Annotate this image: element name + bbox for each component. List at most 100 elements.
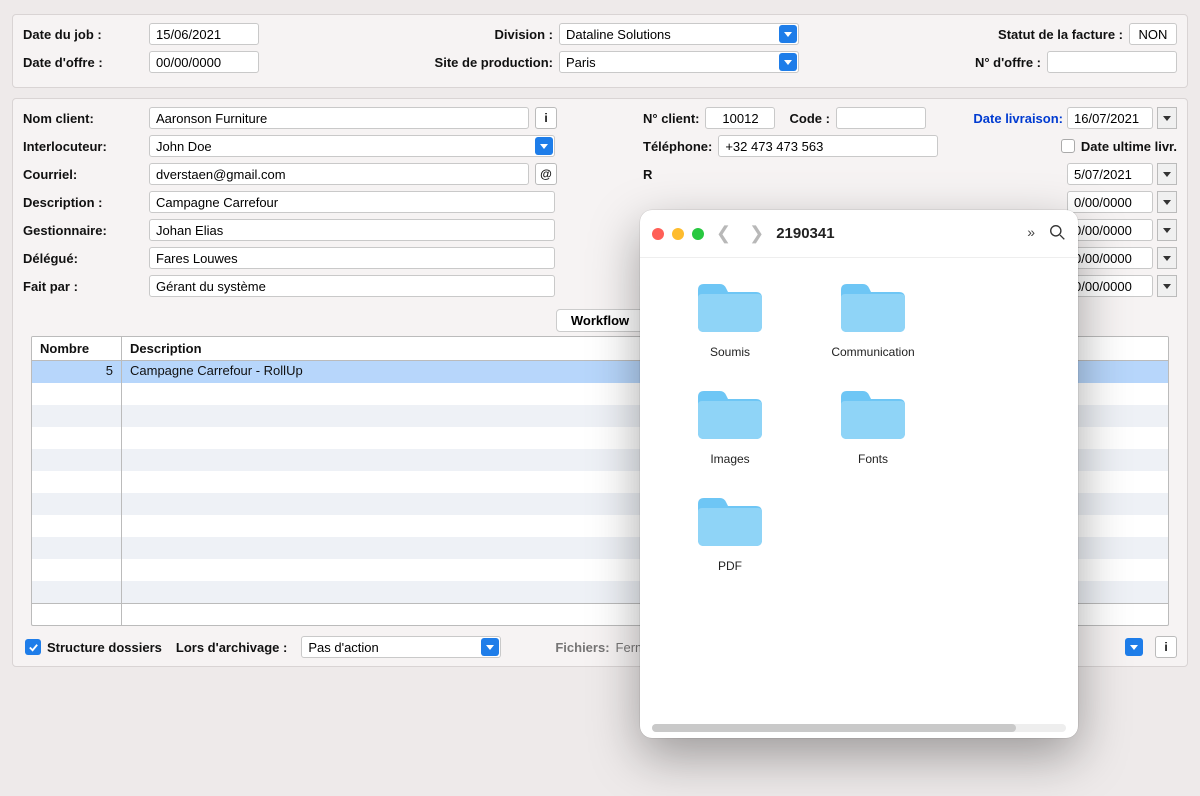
back-icon[interactable]: ❮	[716, 223, 731, 244]
date-field-1[interactable]	[1067, 163, 1153, 185]
invoice-status-field[interactable]	[1129, 23, 1177, 45]
cell-number	[32, 471, 122, 493]
date-field-5[interactable]	[1067, 275, 1153, 297]
site-label: Site de production:	[413, 55, 553, 70]
cell-number	[32, 581, 122, 603]
description-label: Description :	[23, 195, 143, 210]
contact-select[interactable]	[149, 135, 555, 157]
folder-item[interactable]: Images	[670, 387, 790, 466]
cell-number	[32, 383, 122, 405]
scrollbar[interactable]	[652, 724, 1066, 732]
manager-label: Gestionnaire:	[23, 223, 143, 238]
cell-number	[32, 559, 122, 581]
folder-icon	[694, 387, 766, 446]
folder-label: Images	[670, 452, 790, 466]
info-icon[interactable]: i	[1155, 636, 1177, 658]
finder-toolbar: ❮ ❯ 2190341 »	[640, 210, 1078, 258]
fichiers-label: Fichiers:	[555, 640, 609, 655]
folder-label: Fonts	[798, 452, 948, 466]
structure-label: Structure dossiers	[47, 640, 162, 655]
manager-field[interactable]	[149, 219, 555, 241]
date-field-3[interactable]	[1067, 219, 1153, 241]
cell-number	[32, 515, 122, 537]
client-name-field[interactable]	[149, 107, 529, 129]
folder-icon	[694, 494, 766, 553]
finder-title: 2190341	[776, 225, 834, 242]
job-header-panel: Date du job : Date d'offre : Division : …	[12, 14, 1188, 88]
folder-icon	[837, 387, 909, 446]
minimize-icon[interactable]	[672, 228, 684, 240]
delegate-field[interactable]	[149, 247, 555, 269]
date-dropdown-icon[interactable]	[1157, 219, 1177, 241]
date-dropdown-icon[interactable]	[1157, 247, 1177, 269]
folder-label: Communication	[798, 345, 948, 359]
folder-item[interactable]: Fonts	[798, 387, 948, 466]
folder-item[interactable]: Soumis	[670, 280, 790, 359]
forward-icon[interactable]: ❯	[749, 223, 764, 244]
offer-date-label: Date d'offre :	[23, 55, 143, 70]
maximize-icon[interactable]	[692, 228, 704, 240]
finder-window: ❮ ❯ 2190341 » Soumis Communication Image…	[640, 210, 1078, 738]
phone-field[interactable]	[718, 135, 938, 157]
ultimate-date-label: Date ultime livr.	[1081, 139, 1177, 154]
division-select[interactable]	[559, 23, 799, 45]
folder-label: PDF	[670, 559, 790, 573]
structure-checkbox[interactable]	[25, 639, 41, 655]
job-date-label: Date du job :	[23, 27, 143, 42]
email-label: Courriel:	[23, 167, 143, 182]
col-header-number[interactable]: Nombre	[32, 337, 122, 360]
toolbar-overflow-icon[interactable]: »	[1027, 224, 1035, 244]
client-name-label: Nom client:	[23, 111, 143, 126]
chevron-down-icon[interactable]	[779, 53, 797, 71]
chevron-down-icon[interactable]	[779, 25, 797, 43]
search-icon[interactable]	[1049, 224, 1066, 244]
cell-number: 5	[32, 361, 122, 383]
invoice-status-label: Statut de la facture :	[998, 27, 1123, 42]
chevron-down-icon[interactable]	[535, 137, 553, 155]
partial-r-label: R	[643, 167, 653, 182]
chevron-down-icon[interactable]	[481, 638, 499, 656]
close-icon[interactable]	[652, 228, 664, 240]
folder-icon	[837, 280, 909, 339]
by-field[interactable]	[149, 275, 555, 297]
code-label: Code :	[789, 111, 829, 126]
date-dropdown-icon[interactable]	[1157, 275, 1177, 297]
workflow-button[interactable]: Workflow	[556, 309, 644, 332]
date-dropdown-icon[interactable]	[1157, 107, 1177, 129]
folder-item[interactable]: Communication	[798, 280, 948, 359]
division-label: Division :	[413, 27, 553, 42]
chevron-down-icon[interactable]	[1125, 638, 1143, 656]
offer-date-field[interactable]	[149, 51, 259, 73]
cell-number	[32, 405, 122, 427]
folder-item[interactable]: PDF	[670, 494, 790, 573]
date-field-2[interactable]	[1067, 191, 1153, 213]
archive-select[interactable]	[301, 636, 501, 658]
job-date-field[interactable]	[149, 23, 259, 45]
at-icon[interactable]: @	[535, 163, 557, 185]
scrollbar-thumb[interactable]	[652, 724, 1016, 732]
delivery-date-field[interactable]	[1067, 107, 1153, 129]
code-field[interactable]	[836, 107, 926, 129]
archive-label: Lors d'archivage :	[176, 640, 287, 655]
offer-no-label: N° d'offre :	[975, 55, 1041, 70]
ultimate-date-checkbox[interactable]	[1061, 139, 1075, 153]
phone-label: Téléphone:	[643, 139, 712, 154]
description-field[interactable]	[149, 191, 555, 213]
info-icon[interactable]: i	[535, 107, 557, 129]
date-dropdown-icon[interactable]	[1157, 163, 1177, 185]
by-label: Fait par :	[23, 279, 143, 294]
cell-number	[32, 537, 122, 559]
client-no-label: N° client:	[643, 111, 699, 126]
folder-icon	[694, 280, 766, 339]
client-no-field[interactable]	[705, 107, 775, 129]
date-field-4[interactable]	[1067, 247, 1153, 269]
email-field[interactable]	[149, 163, 529, 185]
folder-label: Soumis	[670, 345, 790, 359]
offer-no-field[interactable]	[1047, 51, 1177, 73]
cell-number	[32, 493, 122, 515]
date-dropdown-icon[interactable]	[1157, 191, 1177, 213]
delivery-date-label: Date livraison:	[973, 111, 1063, 126]
site-select[interactable]	[559, 51, 799, 73]
cell-number	[32, 449, 122, 471]
cell-number	[32, 427, 122, 449]
